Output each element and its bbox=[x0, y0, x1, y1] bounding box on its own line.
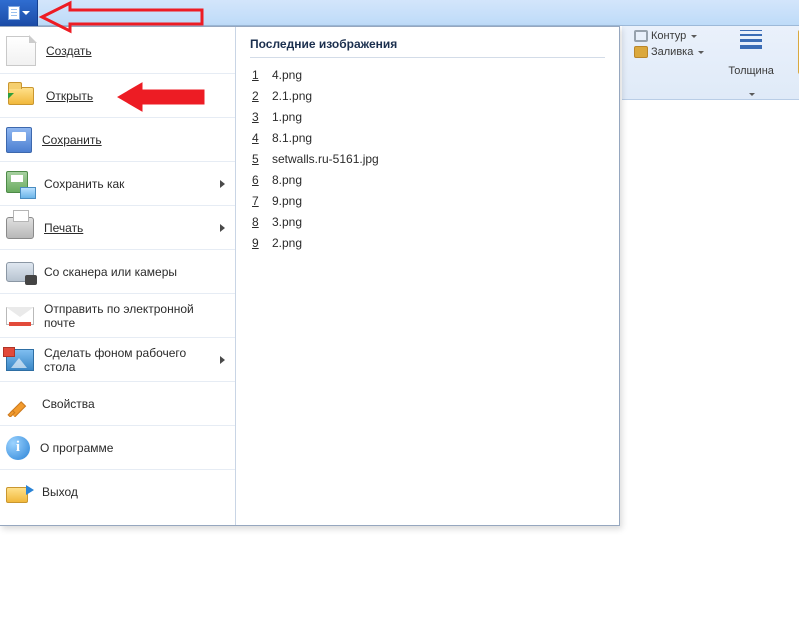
email-icon bbox=[6, 307, 34, 325]
scan-icon bbox=[6, 262, 34, 282]
exit-icon bbox=[6, 481, 32, 503]
color-button[interactable]: Цв bbox=[792, 30, 799, 96]
recent-item[interactable]: 8 3.png bbox=[250, 211, 605, 232]
menu-item-label: Отправить по электронной почте bbox=[44, 302, 215, 330]
chevron-right-icon bbox=[220, 224, 225, 232]
recent-item[interactable]: 3 1.png bbox=[250, 106, 605, 127]
menu-item-saveas[interactable]: Сохранить как bbox=[0, 161, 235, 205]
chevron-down-icon bbox=[22, 11, 30, 15]
menu-item-props[interactable]: Свойства bbox=[0, 381, 235, 425]
menu-item-label: Создать bbox=[46, 44, 92, 58]
menu-item-save[interactable]: Сохранить bbox=[0, 117, 235, 161]
file-menu-button[interactable] bbox=[0, 0, 38, 26]
file-menu-list: Создать Открыть Сохранить Сохранить как Печа… bbox=[0, 27, 236, 525]
chevron-down-icon bbox=[698, 51, 704, 54]
recent-filename: setwalls.ru-5161.jpg bbox=[272, 152, 379, 166]
menu-item-print[interactable]: Печать bbox=[0, 205, 235, 249]
recent-panel: Последние изображения 1 4.png 2 2.1.png 3 1.p… bbox=[236, 27, 619, 525]
recent-filename: 3.png bbox=[272, 215, 302, 229]
fill-icon bbox=[634, 46, 648, 58]
recent-item[interactable]: 4 8.1.png bbox=[250, 127, 605, 148]
menu-item-email[interactable]: Отправить по электронной почте bbox=[0, 293, 235, 337]
menu-item-label: Открыть bbox=[46, 89, 93, 103]
menu-item-scan[interactable]: Со сканера или камеры bbox=[0, 249, 235, 293]
chevron-right-icon bbox=[220, 356, 225, 364]
title-bar bbox=[0, 0, 799, 26]
menu-item-label: Сделать фоном рабочего стола bbox=[44, 346, 200, 374]
menu-item-label: Свойства bbox=[42, 397, 95, 411]
props-icon bbox=[6, 391, 32, 417]
menu-item-label: Выход bbox=[42, 485, 78, 499]
open-icon bbox=[6, 81, 36, 111]
recent-filename: 8.1.png bbox=[272, 131, 312, 145]
chevron-down-icon bbox=[691, 35, 697, 38]
thickness-button[interactable]: Толщина bbox=[722, 30, 780, 96]
recent-index: 3 bbox=[252, 110, 262, 124]
recent-header: Последние изображения bbox=[250, 37, 605, 58]
recent-item[interactable]: 2 2.1.png bbox=[250, 85, 605, 106]
thickness-icon bbox=[740, 30, 762, 49]
recent-filename: 1.png bbox=[272, 110, 302, 124]
menu-item-open[interactable]: Открыть bbox=[0, 73, 235, 117]
recent-index: 2 bbox=[252, 89, 262, 103]
recent-index: 1 bbox=[252, 68, 262, 82]
menu-item-label: Сохранить bbox=[42, 133, 102, 147]
menu-item-exit[interactable]: Выход bbox=[0, 469, 235, 513]
recent-index: 5 bbox=[252, 152, 262, 166]
recent-filename: 2.1.png bbox=[272, 89, 312, 103]
new-icon bbox=[6, 36, 36, 66]
outline-icon bbox=[634, 30, 648, 42]
saveas-icon bbox=[6, 171, 34, 197]
recent-filename: 8.png bbox=[272, 173, 302, 187]
recent-index: 4 bbox=[252, 131, 262, 145]
recent-item[interactable]: 1 4.png bbox=[250, 64, 605, 85]
recent-item[interactable]: 6 8.png bbox=[250, 169, 605, 190]
file-dropdown: Создать Открыть Сохранить Сохранить как Печа… bbox=[0, 26, 620, 526]
recent-index: 7 bbox=[252, 194, 262, 208]
chevron-right-icon bbox=[220, 180, 225, 188]
fill-label: Заливка bbox=[651, 46, 693, 58]
recent-index: 6 bbox=[252, 173, 262, 187]
ribbon-shape-group: Контур Заливка bbox=[628, 30, 710, 96]
recent-item[interactable]: 9 2.png bbox=[250, 232, 605, 253]
wall-icon bbox=[6, 349, 34, 371]
menu-item-label: Печать bbox=[44, 221, 83, 235]
recent-filename: 4.png bbox=[272, 68, 302, 82]
recent-item[interactable]: 7 9.png bbox=[250, 190, 605, 211]
recent-filename: 9.png bbox=[272, 194, 302, 208]
menu-item-label: О программе bbox=[40, 441, 113, 455]
menu-item-new[interactable]: Создать bbox=[0, 29, 235, 73]
recent-index: 8 bbox=[252, 215, 262, 229]
recent-index: 9 bbox=[252, 236, 262, 250]
thickness-label: Толщина bbox=[728, 65, 774, 77]
recent-item[interactable]: 5 setwalls.ru-5161.jpg bbox=[250, 148, 605, 169]
menu-item-about[interactable]: i О программе bbox=[0, 425, 235, 469]
recent-filename: 2.png bbox=[272, 236, 302, 250]
outline-label: Контур bbox=[651, 30, 686, 42]
chevron-down-icon bbox=[749, 93, 755, 96]
menu-item-label: Со сканера или камеры bbox=[44, 265, 177, 279]
recent-list: 1 4.png 2 2.1.png 3 1.png 4 8.1.png 5 setwalls.ru… bbox=[250, 64, 605, 253]
menu-item-label: Сохранить как bbox=[44, 177, 124, 191]
about-icon: i bbox=[6, 436, 30, 460]
ribbon: Контур Заливка Толщина Цв bbox=[622, 26, 799, 100]
menu-item-wall[interactable]: Сделать фоном рабочего стола bbox=[0, 337, 235, 381]
print-icon bbox=[6, 217, 34, 239]
outline-button[interactable]: Контур bbox=[634, 30, 697, 42]
document-icon bbox=[8, 6, 20, 20]
save-icon bbox=[6, 127, 32, 153]
fill-button[interactable]: Заливка bbox=[634, 46, 704, 58]
